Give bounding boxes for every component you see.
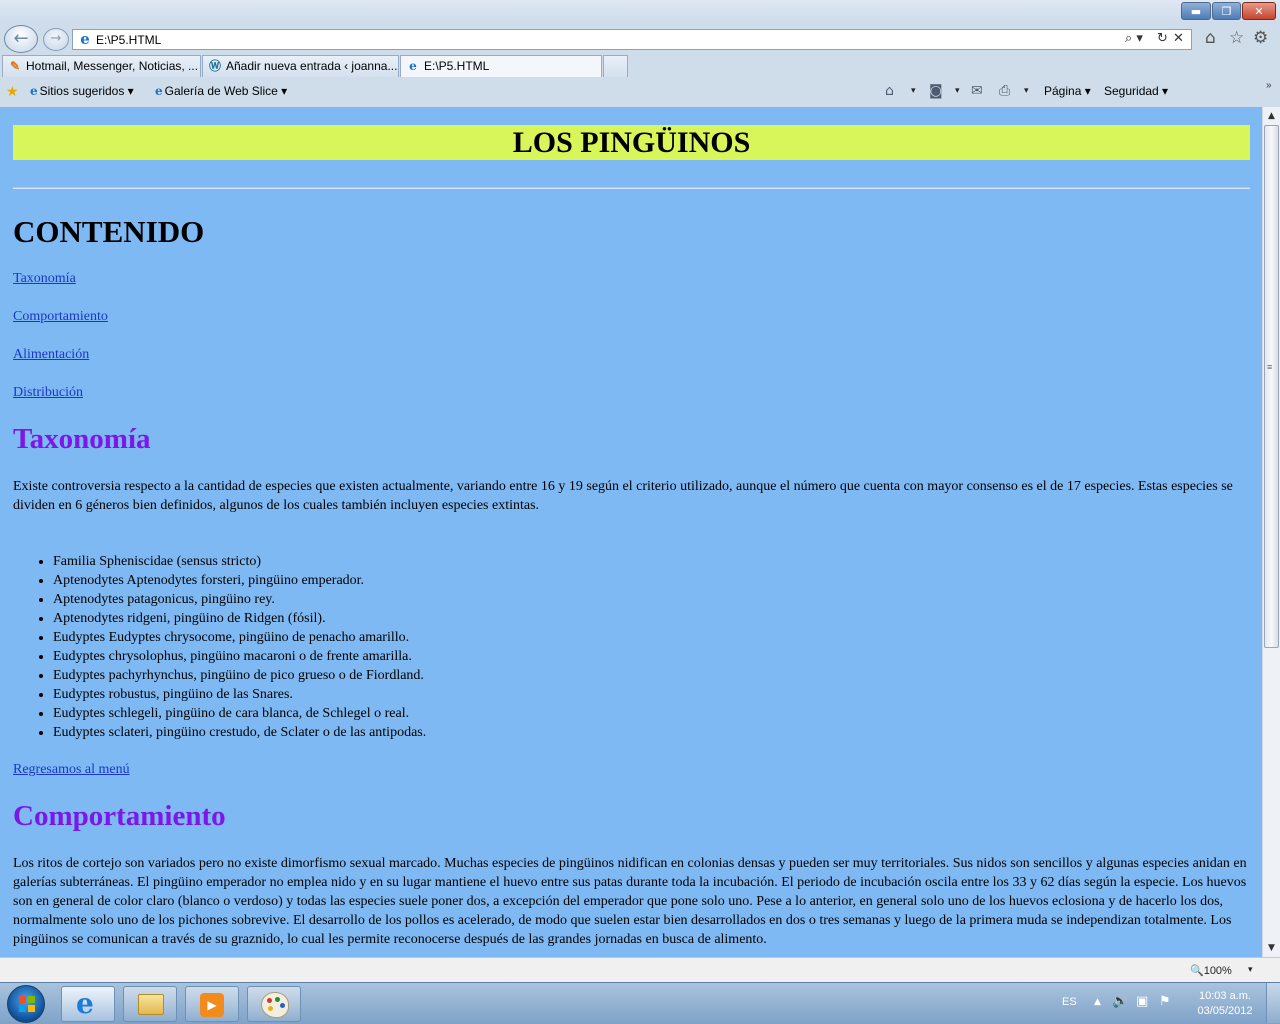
mail-icon[interactable]: ✉	[971, 83, 983, 99]
list-item: Eudyptes sclateri, pingüino crestudo, de…	[53, 723, 426, 742]
toc-link-alimentacion[interactable]: Alimentación	[13, 347, 89, 363]
browser-chrome: ▬ ❐ ✕ ← → e E:\P5.HTML ⌕ ▾ ↻ ✕ ⌂ ☆ ⚙ ✎ Ho…	[0, 0, 1280, 107]
scrollbar-thumb[interactable]	[1264, 125, 1279, 648]
maximize-button[interactable]: ❐	[1212, 2, 1241, 20]
search-icon[interactable]: ⌕ ▾	[1125, 31, 1143, 46]
zoom-level[interactable]: 🔍100%	[1190, 964, 1232, 977]
safety-menu[interactable]: Seguridad ▾	[1104, 84, 1168, 98]
network-icon[interactable]: ▣	[1136, 994, 1148, 1009]
list-item: Eudyptes pachyrhynchus, pingüino de pico…	[53, 666, 426, 685]
new-tab-button[interactable]	[603, 55, 628, 77]
home-icon[interactable]: ⌂	[885, 83, 894, 99]
forward-button[interactable]: →	[43, 28, 69, 51]
clock-time[interactable]: 10:03 a.m.	[1190, 990, 1260, 1002]
contents-heading: CONTENIDO	[13, 214, 205, 249]
print-icon[interactable]: ⎙	[999, 83, 1010, 99]
messenger-icon: ✎	[9, 59, 21, 73]
horizontal-rule	[13, 187, 1250, 189]
feeds-dropdown[interactable]: ▾	[955, 86, 960, 96]
stop-icon[interactable]: ✕	[1173, 31, 1184, 46]
favorites-star-icon[interactable]: ☆	[1229, 28, 1244, 48]
command-bar-overflow-icon[interactable]: »	[1266, 80, 1272, 91]
list-item: Eudyptes robustus, pingüino de las Snare…	[53, 685, 426, 704]
favorites-bar: ★ e Sitios sugeridos ▾ e Galería de Web Sl…	[0, 80, 1280, 106]
action-center-flag-icon[interactable]: ⚑	[1159, 994, 1171, 1009]
ie-icon: e	[409, 59, 417, 73]
list-item: Eudyptes chrysolophus, pingüino macaroni…	[53, 647, 426, 666]
ie-icon: e	[30, 84, 38, 98]
tools-gear-icon[interactable]: ⚙	[1253, 28, 1268, 48]
taskbar-media-player[interactable]: ▶	[185, 986, 239, 1022]
taskbar-internet-explorer[interactable]: e	[61, 986, 115, 1022]
feeds-icon[interactable]: ◙	[929, 83, 943, 99]
list-item: Familia Spheniscidae (sensus stricto)	[53, 552, 426, 571]
scrollbar-grip-icon: ≡	[1267, 362, 1273, 372]
suggested-sites-label: Sitios sugeridos ▾	[39, 84, 134, 98]
ie-icon: e	[155, 84, 163, 98]
start-button[interactable]	[7, 985, 45, 1023]
toc-link-distribucion[interactable]: Distribución	[13, 385, 83, 401]
web-slice-gallery-label: Galería de Web Slice ▾	[164, 84, 288, 98]
clock-date[interactable]: 03/05/2012	[1190, 1005, 1260, 1017]
title-bar: ▬ ❐ ✕	[0, 0, 1280, 24]
tab-label: Hotmail, Messenger, Noticias, ...	[26, 59, 199, 73]
title-banner: LOS PINGÜINOS	[13, 125, 1250, 160]
list-item: Eudyptes schlegeli, pingüino de cara bla…	[53, 704, 426, 723]
toc-link-comportamiento[interactable]: Comportamiento	[13, 309, 108, 325]
tab-p5-html[interactable]: eE:\P5.HTML ✕	[400, 55, 602, 77]
refresh-icon[interactable]: ↻	[1157, 31, 1168, 46]
list-item: Aptenodytes Aptenodytes forsteri, pingüi…	[53, 571, 426, 590]
species-list: Familia Spheniscidae (sensus stricto) Ap…	[13, 552, 426, 742]
list-item: Aptenodytes patagonicus, pingüino rey.	[53, 590, 426, 609]
address-bar[interactable]: e E:\P5.HTML ⌕ ▾ ↻ ✕	[72, 29, 1192, 50]
suggested-sites-link[interactable]: e Sitios sugeridos ▾	[30, 84, 134, 98]
windows-logo-icon	[19, 996, 35, 1012]
scroll-up-arrow-icon[interactable]: ▲	[1263, 107, 1280, 125]
minimize-button[interactable]: ▬	[1181, 2, 1211, 20]
language-indicator[interactable]: ES	[1062, 996, 1077, 1008]
list-item: Aptenodytes ridgeni, pingüino de Ridgen …	[53, 609, 426, 628]
tab-wordpress[interactable]: Ⓦ Añadir nueva entrada ‹ joanna...	[202, 55, 399, 77]
zoom-dropdown-icon[interactable]: ▾	[1248, 965, 1253, 975]
page-menu[interactable]: Página ▾	[1044, 84, 1091, 98]
section-heading-taxonomia: Taxonomía	[13, 423, 151, 455]
home-icon[interactable]: ⌂	[1205, 28, 1216, 48]
page-title: LOS PINGÜINOS	[512, 126, 751, 159]
status-bar: 🔍100% ▾	[0, 957, 1280, 982]
address-text[interactable]: E:\P5.HTML	[96, 33, 161, 47]
favorites-star-icon[interactable]: ★	[6, 83, 19, 100]
back-to-menu-link[interactable]: Regresamos al menú	[13, 762, 130, 778]
internet-explorer-icon: e	[76, 987, 94, 1020]
taskbar-paint[interactable]	[247, 986, 301, 1022]
tab-hotmail[interactable]: ✎ Hotmail, Messenger, Noticias, ...	[2, 55, 201, 77]
close-button[interactable]: ✕	[1242, 2, 1276, 20]
taskbar-windows-explorer[interactable]	[123, 986, 177, 1022]
list-item: Eudyptes Eudyptes chrysocome, pingüino d…	[53, 628, 426, 647]
taxonomia-paragraph: Existe controversia respecto a la cantid…	[13, 479, 1233, 513]
back-button[interactable]: ←	[4, 25, 38, 53]
media-player-icon: ▶	[200, 993, 224, 1017]
comportamiento-paragraph: Los ritos de cortejo son variados pero n…	[13, 856, 1247, 947]
ie-page-icon: e	[80, 30, 90, 48]
volume-icon[interactable]: 🔊	[1112, 994, 1128, 1009]
show-desktop-button[interactable]	[1266, 983, 1280, 1023]
section-heading-comportamiento: Comportamiento	[13, 800, 226, 832]
tab-label: Añadir nueva entrada ‹ joanna...	[226, 59, 398, 73]
tab-label: E:\P5.HTML	[424, 59, 490, 73]
toc-link-taxonomia[interactable]: Taxonomía	[13, 271, 76, 287]
scroll-down-arrow-icon[interactable]: ▼	[1263, 939, 1280, 957]
wordpress-icon: Ⓦ	[208, 59, 221, 73]
page-content: LOS PINGÜINOS CONTENIDO Taxonomía Compor…	[0, 107, 1262, 957]
navigation-bar: ← → e E:\P5.HTML ⌕ ▾ ↻ ✕ ⌂ ☆ ⚙	[0, 24, 1280, 54]
show-hidden-icons[interactable]: ▲	[1094, 997, 1101, 1007]
print-dropdown[interactable]: ▾	[1024, 86, 1029, 96]
web-slice-gallery-link[interactable]: e Galería de Web Slice ▾	[155, 84, 287, 98]
home-dropdown[interactable]: ▾	[911, 86, 916, 96]
tab-strip: ✎ Hotmail, Messenger, Noticias, ... Ⓦ Añad…	[0, 54, 1280, 77]
paint-palette-icon	[261, 992, 289, 1018]
vertical-scrollbar[interactable]: ▲ ≡ ▼	[1262, 107, 1280, 957]
taskbar: e ▶ ES ▲ 🔊 ▣ ⚑ 10:03 a.m. 03/05/2012	[0, 982, 1280, 1024]
folder-icon	[138, 994, 164, 1015]
